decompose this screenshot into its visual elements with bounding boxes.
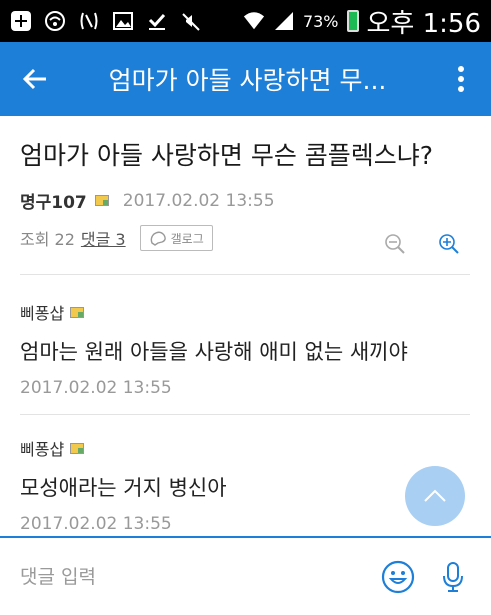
zoom-out-button[interactable] <box>384 233 406 259</box>
view-count: 조회 22 <box>20 230 75 249</box>
comment-date: 2017.02.02 13:55 <box>20 514 172 534</box>
post-author[interactable]: 명구107 <box>20 188 87 213</box>
comment-nick-row: 삐퐁샵 <box>20 436 470 460</box>
comment-body: 모성애라는 거지 병신아 <box>20 476 227 500</box>
chevron-up-icon <box>424 489 446 502</box>
wifi-icon <box>243 10 265 32</box>
zoom-in-button[interactable] <box>438 233 460 259</box>
nfc-icon <box>78 10 100 32</box>
zoom-in-icon <box>439 234 459 254</box>
clock: 오후 1:56 <box>366 8 482 39</box>
emoji-icon <box>381 560 415 593</box>
gallog-icon <box>150 231 166 246</box>
zoom-out-icon <box>385 234 405 254</box>
comment-date: 2017.02.02 13:55 <box>20 378 172 398</box>
divider <box>20 274 470 275</box>
comment-body: 엄마는 원래 아들을 사랑해 애미 없는 새끼야 <box>20 340 408 364</box>
battery-icon <box>346 10 359 32</box>
post-title: 엄마가 아들 사랑하면 무슨 콤플렉스냐? <box>20 141 434 170</box>
back-arrow-icon <box>22 68 46 90</box>
app-bar: 엄마가 아들 사랑하면 무... <box>0 42 491 116</box>
battery-percent: 73% <box>302 11 339 31</box>
gallog-badge-icon <box>94 195 109 206</box>
app-bar-title: 엄마가 아들 사랑하면 무... <box>108 66 387 95</box>
voice-input-button[interactable] <box>433 554 473 600</box>
overflow-menu-button[interactable] <box>431 42 491 116</box>
status-bar: 73% 오후 1:56 <box>0 0 491 42</box>
comment-nick[interactable]: 삐퐁샵 <box>20 436 64 460</box>
gallog-button[interactable]: 갤로그 <box>139 225 213 251</box>
mute-icon <box>180 10 202 32</box>
comment-item: 삐퐁샵 엄마는 원래 아들을 사랑해 애미 없는 새끼야 2017.02.02 … <box>20 300 470 398</box>
post-header: 엄마가 아들 사랑하면 무슨 콤플렉스냐? 명구107 2017.02.02 1… <box>20 136 470 254</box>
comment-item: 삐퐁샵 모성애라는 거지 병신아 2017.02.02 13:55 <box>20 436 470 534</box>
more-vert-icon <box>458 66 464 92</box>
author-row: 명구107 2017.02.02 13:55 <box>20 188 470 214</box>
wifi-calling-icon <box>44 10 66 32</box>
back-button[interactable] <box>0 42 70 116</box>
gallog-badge-icon <box>70 306 85 318</box>
gallog-badge-icon <box>70 442 85 454</box>
comment-input[interactable] <box>0 546 375 607</box>
signal-icon <box>273 10 295 32</box>
microphone-icon <box>443 561 463 592</box>
add-notification-icon <box>10 10 32 32</box>
comment-nick[interactable]: 삐퐁샵 <box>20 300 64 324</box>
image-icon <box>112 10 134 32</box>
gallog-label: 갤로그 <box>170 231 204 246</box>
divider <box>20 414 470 415</box>
download-done-icon <box>146 10 168 32</box>
emoji-button[interactable] <box>375 554 421 600</box>
comment-nick-row: 삐퐁샵 <box>20 300 470 324</box>
comment-count-link[interactable]: 댓글 3 <box>81 226 126 250</box>
comment-input-bar <box>0 536 491 615</box>
scroll-top-button[interactable] <box>405 466 465 526</box>
post-date: 2017.02.02 13:55 <box>122 190 275 211</box>
